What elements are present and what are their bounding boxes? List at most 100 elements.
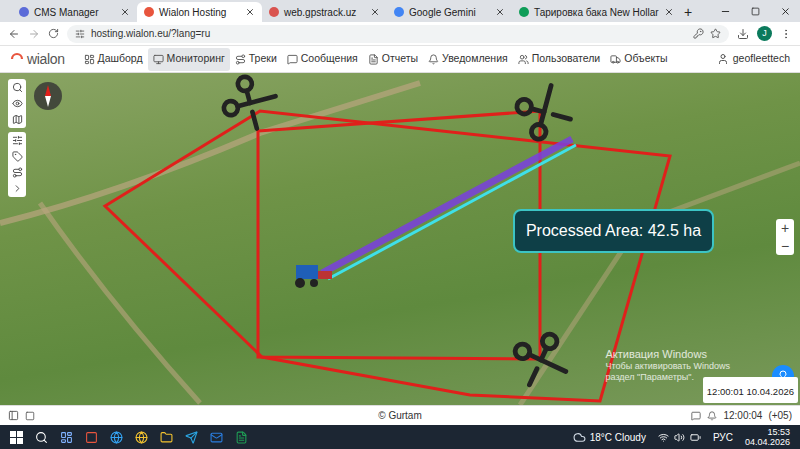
nav-icon [610, 54, 621, 65]
processed-area-label: Processed Area: 42.5 ha [513, 209, 714, 253]
close-icon[interactable] [120, 7, 130, 17]
wialon-logo[interactable]: wialon [10, 49, 65, 70]
layout-icon[interactable] [25, 411, 35, 421]
download-icon[interactable] [737, 28, 749, 40]
weather[interactable]: 18°C Cloudy [573, 430, 646, 445]
language[interactable]: РУС [713, 430, 733, 445]
route-icon[interactable] [12, 167, 23, 178]
eye-icon[interactable] [12, 98, 23, 109]
nav-icon [235, 54, 246, 65]
map[interactable]: Processed Area: 42.5 ha+−Активация Windo… [0, 73, 800, 405]
nav-item[interactable]: Пользователи [513, 48, 606, 71]
wifi-icon[interactable] [658, 432, 669, 443]
messages-icon[interactable] [691, 411, 701, 421]
url-field[interactable]: hosting.wialon.eu/?lang=ru [67, 25, 729, 43]
nav-item[interactable]: Треки [230, 48, 282, 71]
window-controls [710, 0, 800, 22]
app-icon[interactable] [85, 431, 98, 444]
reload-icon[interactable] [48, 28, 59, 39]
edge-icon[interactable] [110, 431, 123, 444]
tab-title: Google Gemini [409, 5, 490, 20]
timezone: (+05) [768, 408, 792, 423]
browser-tab[interactable]: Wialon Hosting [137, 2, 262, 22]
outlook-icon[interactable] [210, 431, 223, 444]
nav-item[interactable]: Объекты [605, 48, 672, 71]
taskbar: 18°C Cloudy РУС 15:5304.04.2026 [0, 425, 800, 449]
tab-title: web.gpstrack.uz [284, 5, 365, 20]
app-nav: wialon ДашбордМониторингТрекиСообщенияОтч… [0, 46, 800, 73]
browser-tab[interactable]: CMS Manager [12, 2, 137, 22]
volume-icon[interactable] [674, 432, 685, 443]
nav-item[interactable]: Дашборд [79, 48, 148, 71]
address-bar: hosting.wialon.eu/?lang=ru J [0, 22, 800, 46]
tab-title: CMS Manager [34, 5, 115, 20]
time-label: 12:00:01 10.04.2026 [703, 377, 798, 403]
cloud-icon [573, 431, 586, 444]
calculator-icon[interactable] [60, 431, 73, 444]
chrome-icon[interactable] [135, 431, 148, 444]
screen: CMS Manager Wialon Hosting web.gpstrack.uz… [0, 0, 800, 449]
favicon-icon [519, 7, 529, 17]
battery-icon[interactable] [690, 432, 701, 443]
excel-icon[interactable] [235, 431, 248, 444]
favicon-icon [269, 7, 279, 17]
telegram-icon[interactable] [185, 431, 198, 444]
nav-item[interactable]: Отчеты [363, 48, 423, 71]
back-icon[interactable] [8, 28, 20, 40]
filter-icon[interactable] [12, 135, 23, 146]
nav-icon [287, 54, 298, 65]
app-footer: © Gurtam 12:00:04 (+05) [0, 405, 800, 425]
windows-start-icon[interactable] [10, 431, 23, 444]
close-window-icon[interactable] [770, 0, 800, 22]
compass-icon[interactable] [33, 81, 63, 111]
browser-tab[interactable]: Тарировка бака New Hollar [512, 2, 677, 22]
copyright: © Gurtam [378, 408, 422, 423]
map-toolbar [8, 79, 26, 197]
maximize-icon[interactable] [740, 0, 770, 22]
nav-item[interactable]: Мониторинг [148, 48, 230, 71]
site-info-icon[interactable] [75, 29, 85, 39]
server-time: 12:00:04 [723, 408, 762, 423]
nav-icon [518, 54, 529, 65]
user-icon [717, 53, 729, 65]
tractor-icon [295, 265, 332, 288]
zoom-out-button[interactable]: − [781, 237, 789, 255]
browser-tab[interactable]: Google Gemini [387, 2, 512, 22]
new-tab-button[interactable]: + [677, 2, 699, 22]
nav-icon [428, 54, 439, 65]
user-menu[interactable]: geofleettech [717, 51, 790, 67]
panel-icon[interactable] [8, 410, 19, 421]
zoom-control: +− [776, 219, 794, 255]
nav-icon [153, 54, 164, 65]
minimize-icon[interactable] [710, 0, 740, 22]
clock[interactable]: 15:5304.04.2026 [745, 427, 790, 447]
favicon-icon [144, 7, 154, 17]
favicon-icon [19, 7, 29, 17]
nav-item[interactable]: Сообщения [282, 48, 363, 71]
menu-icon[interactable] [780, 28, 792, 40]
nav-item[interactable]: Уведомления [423, 48, 513, 71]
tab-title: Wialon Hosting [159, 5, 240, 20]
forward-icon[interactable] [28, 28, 40, 40]
browser-tab[interactable]: web.gpstrack.uz [262, 2, 387, 22]
explorer-icon[interactable] [160, 431, 173, 444]
close-icon[interactable] [370, 7, 380, 17]
tag-icon[interactable] [12, 151, 23, 162]
search-icon[interactable] [12, 82, 23, 93]
tab-strip: CMS Manager Wialon Hosting web.gpstrack.uz… [0, 0, 800, 22]
favicon-icon [394, 7, 404, 17]
logo-icon [10, 52, 24, 66]
close-icon[interactable] [664, 7, 674, 17]
profile-avatar[interactable]: J [757, 26, 772, 41]
nav-icon [84, 54, 95, 65]
map-layers-icon[interactable] [12, 114, 23, 125]
key-icon[interactable] [693, 28, 704, 39]
expand-icon[interactable] [12, 183, 23, 194]
bell-icon[interactable] [707, 411, 717, 421]
star-icon[interactable] [710, 28, 721, 39]
tab-title: Тарировка бака New Hollar [534, 5, 659, 20]
close-icon[interactable] [245, 7, 255, 17]
close-icon[interactable] [495, 7, 505, 17]
search-icon[interactable] [35, 431, 48, 444]
zoom-in-button[interactable]: + [781, 219, 789, 237]
